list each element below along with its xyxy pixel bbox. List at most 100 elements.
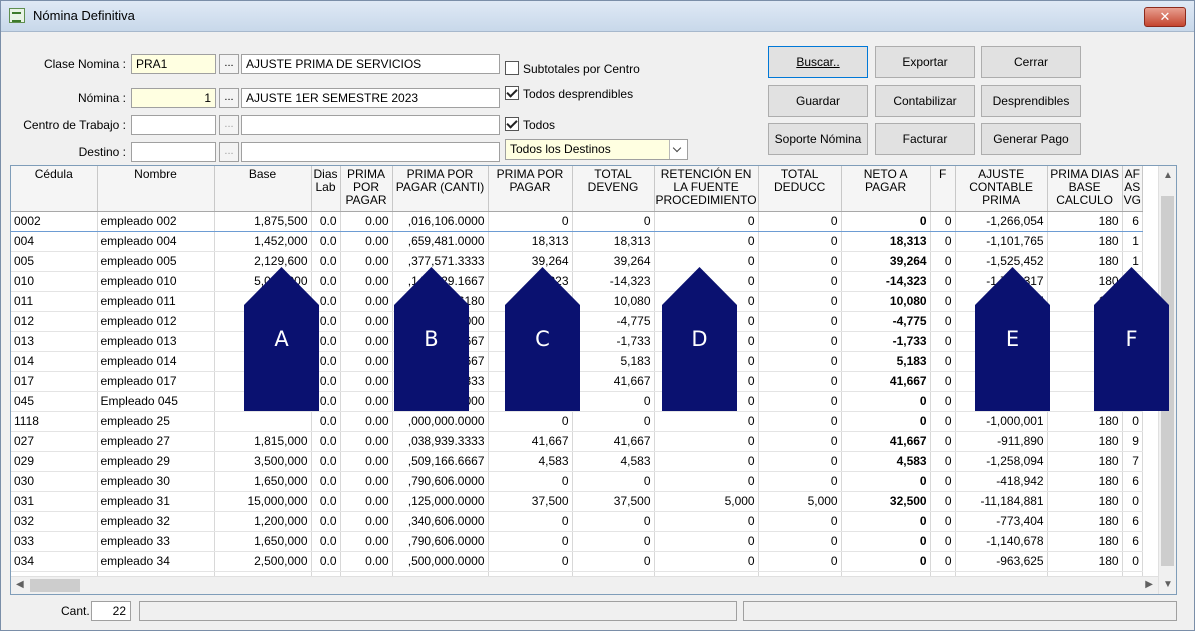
table-cell[interactable]: 0 xyxy=(841,511,931,532)
table-cell[interactable]: 0 xyxy=(758,311,842,332)
table-cell[interactable]: empleado 017 xyxy=(97,371,215,392)
table-cell[interactable]: 1,452,000 xyxy=(214,231,312,252)
table-cell[interactable]: 0.00 xyxy=(340,531,393,552)
table-cell[interactable]: 0 xyxy=(758,211,842,232)
table-cell[interactable]: 0 xyxy=(930,431,956,452)
table-row[interactable]: 0002 empleado 002 1,875,500 0.0 0.00,016,106… xyxy=(11,211,1143,232)
table-cell[interactable]: -1,733 xyxy=(841,331,931,352)
table-cell[interactable]: 0 xyxy=(654,231,759,252)
table-cell[interactable]: 031 xyxy=(11,491,98,512)
table-cell[interactable]: 004 xyxy=(11,231,98,252)
todos-checkbox[interactable]: Todos xyxy=(505,117,555,132)
table-cell[interactable]: 0 xyxy=(572,211,655,232)
table-cell[interactable]: 0.0 xyxy=(311,411,341,432)
column-header[interactable]: RETENCIÓN EN LA FUENTE PROCEDIMIENTO xyxy=(654,166,759,212)
table-cell[interactable]: 180 xyxy=(1047,411,1123,432)
table-cell[interactable]: 0 xyxy=(572,391,655,412)
table-cell[interactable]: 3,500,000 xyxy=(214,451,312,472)
table-cell[interactable]: 1118 xyxy=(11,411,98,432)
table-cell[interactable]: 0.00 xyxy=(340,451,393,472)
table-cell[interactable]: empleado 32 xyxy=(97,511,215,532)
table-cell[interactable]: 180 xyxy=(1047,551,1123,572)
table-cell[interactable]: 0 xyxy=(488,531,573,552)
table-cell[interactable]: 5,000 xyxy=(758,491,842,512)
table-cell[interactable]: empleado 011 xyxy=(97,291,215,312)
table-cell[interactable]: 0 xyxy=(930,331,956,352)
table-cell[interactable]: 0 xyxy=(654,551,759,572)
nomina-lookup-button[interactable]: ... xyxy=(219,88,239,108)
table-cell[interactable]: 0 xyxy=(758,391,842,412)
column-header[interactable]: NETO A PAGAR xyxy=(841,166,931,212)
table-cell[interactable]: 0 xyxy=(654,211,759,232)
table-cell[interactable]: 0 xyxy=(841,531,931,552)
table-cell[interactable]: 0 xyxy=(758,531,842,552)
table-cell[interactable]: -911,890 xyxy=(955,431,1048,452)
table-cell[interactable]: 033 xyxy=(11,531,98,552)
table-cell[interactable]: 0 xyxy=(654,431,759,452)
table-cell[interactable]: 0 xyxy=(930,531,956,552)
destinos-dropdown[interactable]: Todos los Destinos xyxy=(505,139,688,160)
table-cell[interactable]: 0.00 xyxy=(340,311,393,332)
table-cell[interactable]: -4,775 xyxy=(841,311,931,332)
table-cell[interactable]: Empleado 045 xyxy=(97,391,215,412)
table-cell[interactable]: 41,667 xyxy=(841,431,931,452)
table-cell[interactable]: 180 xyxy=(1047,491,1123,512)
table-cell[interactable]: 18,313 xyxy=(572,231,655,252)
table-cell[interactable]: 32,500 xyxy=(841,491,931,512)
table-cell[interactable]: 0 xyxy=(930,231,956,252)
scroll-left-icon[interactable]: ◀ xyxy=(16,579,24,590)
table-cell[interactable]: empleado 014 xyxy=(97,351,215,372)
table-cell[interactable]: 0.00 xyxy=(340,251,393,272)
table-cell[interactable]: 0 xyxy=(930,471,956,492)
table-cell[interactable]: 180 xyxy=(1047,511,1123,532)
soporte-nomina-button[interactable]: Soporte Nómina xyxy=(768,123,868,155)
table-cell[interactable]: 0.00 xyxy=(340,551,393,572)
table-row[interactable]: 032 empleado 32 1,200,000 0.0 0.00,340,606.0… xyxy=(11,511,1143,532)
table-cell[interactable]: 0 xyxy=(572,531,655,552)
table-cell[interactable]: -1,140,678 xyxy=(955,531,1048,552)
table-cell[interactable]: ,509,166.6667 xyxy=(392,451,489,472)
table-cell[interactable]: 0.00 xyxy=(340,491,393,512)
table-cell[interactable]: 6 xyxy=(1122,471,1143,492)
table-cell[interactable]: 010 xyxy=(11,271,98,292)
table-cell[interactable]: -963,625 xyxy=(955,551,1048,572)
table-cell[interactable]: -1,266,054 xyxy=(955,211,1048,232)
table-cell[interactable]: 1 xyxy=(1122,231,1143,252)
todos-desprendibles-checkbox[interactable]: Todos desprendibles xyxy=(505,86,633,101)
table-cell[interactable]: ,790,606.0000 xyxy=(392,471,489,492)
table-cell[interactable]: empleado 27 xyxy=(97,431,215,452)
table-cell[interactable]: 0 xyxy=(488,471,573,492)
table-cell[interactable]: -14,323 xyxy=(572,271,655,292)
table-cell[interactable]: 0 xyxy=(841,391,931,412)
table-cell[interactable]: 0 xyxy=(488,411,573,432)
table-cell[interactable]: 4,583 xyxy=(572,451,655,472)
table-cell[interactable]: 0 xyxy=(930,411,956,432)
table-cell[interactable]: 0 xyxy=(930,511,956,532)
table-cell[interactable]: 0.00 xyxy=(340,431,393,452)
table-cell[interactable]: 39,264 xyxy=(841,251,931,272)
table-cell[interactable]: 011 xyxy=(11,291,98,312)
horizontal-scrollbar[interactable]: ◀ ▶ xyxy=(11,576,1158,594)
column-header[interactable]: PRIMA POR PAGAR xyxy=(488,166,573,212)
table-cell[interactable]: 6 xyxy=(1122,511,1143,532)
column-header[interactable]: AJUSTE CONTABLE PRIMA xyxy=(955,166,1048,212)
table-cell[interactable]: 41,667 xyxy=(488,431,573,452)
table-cell[interactable]: 0 xyxy=(758,511,842,532)
table-cell[interactable]: 0.0 xyxy=(311,531,341,552)
table-cell[interactable]: 10,080 xyxy=(841,291,931,312)
table-cell[interactable]: -11,184,881 xyxy=(955,491,1048,512)
table-cell[interactable]: ,340,606.0000 xyxy=(392,511,489,532)
table-cell[interactable]: 0 xyxy=(758,411,842,432)
table-cell[interactable]: -1,258,094 xyxy=(955,451,1048,472)
table-cell[interactable]: 034 xyxy=(11,551,98,572)
desprendibles-button[interactable]: Desprendibles xyxy=(981,85,1081,117)
table-cell[interactable]: 37,500 xyxy=(488,491,573,512)
table-row[interactable]: 004 empleado 004 1,452,000 0.0 0.00,659,481.… xyxy=(11,231,1143,252)
table-cell[interactable]: 180 xyxy=(1047,451,1123,472)
table-cell[interactable]: 045 xyxy=(11,391,98,412)
table-cell[interactable]: 0 xyxy=(1122,411,1143,432)
table-cell[interactable]: 0 xyxy=(654,471,759,492)
table-cell[interactable]: 0.0 xyxy=(311,551,341,572)
table-cell[interactable]: empleado 30 xyxy=(97,471,215,492)
column-header[interactable]: Dias Lab xyxy=(311,166,341,212)
